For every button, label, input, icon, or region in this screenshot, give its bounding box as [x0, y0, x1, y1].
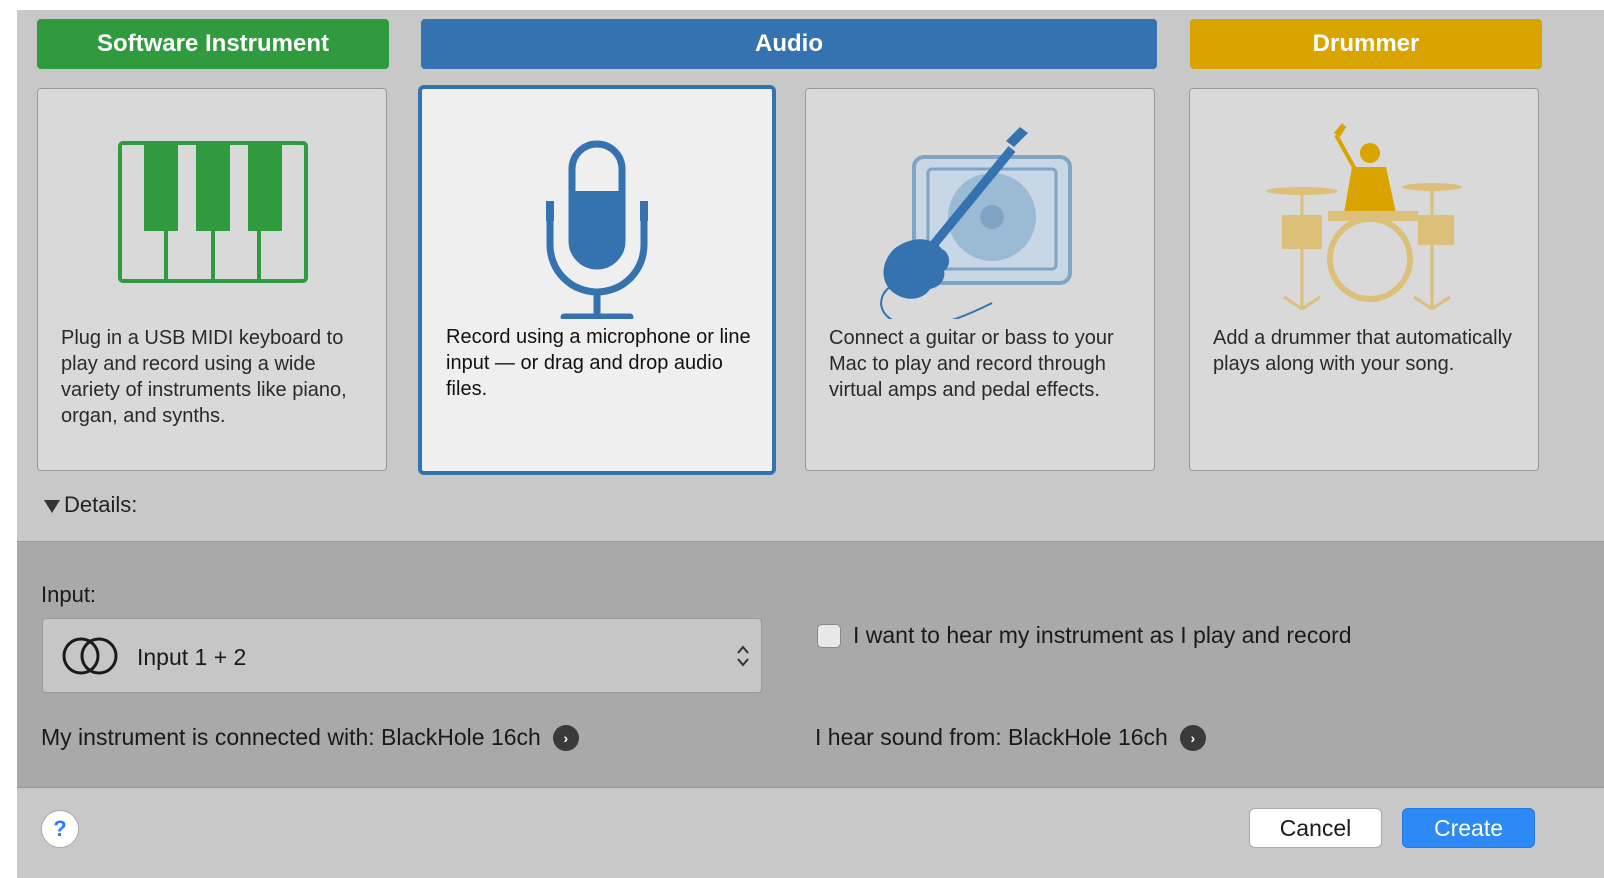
drummer-card[interactable]: Add a drummer that automatically plays a…	[1189, 88, 1539, 471]
output-device-info: I hear sound from: BlackHole 16ch ›	[815, 724, 1206, 751]
tab-software-instrument[interactable]: Software Instrument	[37, 19, 389, 69]
input-label: Input:	[41, 582, 97, 607]
disclosure-triangle-icon	[44, 499, 60, 513]
details-panel: Input: Input 1 + 2 I want to hear my ins…	[17, 541, 1604, 788]
monitor-checkbox[interactable]	[817, 623, 841, 648]
software-instrument-description: Plug in a USB MIDI keyboard to play and …	[61, 327, 347, 427]
details-label: Details:	[64, 492, 138, 517]
create-button[interactable]: Create	[1402, 808, 1535, 848]
guitar-amp-icon	[806, 119, 1154, 327]
help-button[interactable]: ?	[41, 810, 79, 848]
audio-microphone-card[interactable]: Record using a microphone or line input …	[418, 85, 776, 475]
input-device-arrow-icon[interactable]: ›	[552, 724, 579, 751]
audio-guitar-description: Connect a guitar or bass to your Mac to …	[829, 327, 1114, 401]
input-device-label: My instrument is connected with: BlackHo…	[41, 724, 541, 750]
tab-drummer[interactable]: Drummer	[1190, 19, 1542, 69]
microphone-icon	[422, 119, 772, 321]
cancel-button[interactable]: Cancel	[1249, 808, 1382, 848]
tab-audio[interactable]: Audio	[421, 19, 1157, 69]
output-device-arrow-icon[interactable]: ›	[1179, 724, 1206, 751]
up-down-chevron-icon	[735, 643, 751, 674]
stereo-input-icon	[61, 635, 121, 682]
details-disclosure[interactable]: Details:	[44, 492, 137, 518]
input-select-value: Input 1 + 2	[137, 644, 247, 670]
drummer-description: Add a drummer that automatically plays a…	[1213, 327, 1513, 375]
audio-microphone-description: Record using a microphone or line input …	[446, 326, 751, 400]
monitor-checkbox-label: I want to hear my instrument as I play a…	[853, 622, 1352, 648]
piano-keys-icon	[38, 119, 386, 319]
software-instrument-card[interactable]: Plug in a USB MIDI keyboard to play and …	[37, 88, 387, 471]
input-select[interactable]: Input 1 + 2	[42, 618, 762, 693]
input-device-info: My instrument is connected with: BlackHo…	[41, 724, 579, 751]
audio-guitar-card[interactable]: Connect a guitar or bass to your Mac to …	[805, 88, 1155, 471]
new-track-dialog: Software Instrument Audio Drummer Plug i…	[17, 10, 1604, 878]
drummer-icon	[1190, 119, 1538, 319]
output-device-label: I hear sound from: BlackHole 16ch	[815, 724, 1168, 750]
monitor-option: I want to hear my instrument as I play a…	[817, 622, 1352, 649]
